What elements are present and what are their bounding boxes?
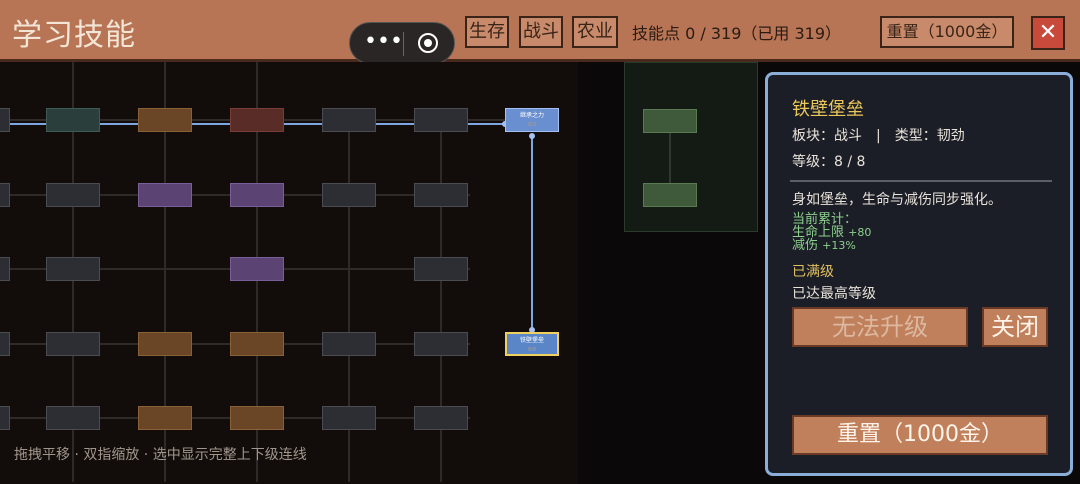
maxed-status: 已满级 [792, 264, 834, 280]
tab-survival[interactable]: 生存 [465, 16, 509, 48]
skill-node[interactable] [414, 183, 468, 207]
skill-node[interactable] [138, 406, 192, 430]
reset-button[interactable]: 重置（1000金） [792, 415, 1048, 455]
skill-node[interactable] [322, 406, 376, 430]
reset-skills-button[interactable]: 重置（1000金） [880, 16, 1014, 48]
skill-node[interactable] [0, 332, 10, 356]
skill-node[interactable] [643, 109, 697, 133]
skill-node-level: 8/8 [527, 347, 537, 353]
exit-target-icon[interactable] [418, 33, 438, 53]
skill-node[interactable] [138, 332, 192, 356]
upgrade-button-disabled[interactable]: 无法升级 [792, 307, 968, 347]
skill-node[interactable] [414, 406, 468, 430]
skill-node[interactable] [230, 332, 284, 356]
skill-description: 身如堡垒，生命与减伤同步强化。 [792, 192, 1002, 208]
skill-node-inheritance[interactable]: 继承之力 0/3 [505, 108, 559, 132]
skill-node[interactable] [46, 406, 100, 430]
skill-node[interactable] [0, 183, 10, 207]
skill-node[interactable] [138, 108, 192, 132]
skill-name: 铁壁堡垒 [792, 99, 864, 120]
skill-points-readout: 技能点 0 / 319（已用 319） [632, 24, 841, 43]
maxed-description: 已达最高等级 [792, 286, 876, 302]
skill-node[interactable] [46, 108, 100, 132]
tab-combat[interactable]: 战斗 [519, 16, 563, 48]
adjacent-tree-panel[interactable] [624, 62, 758, 232]
skill-level: 等级：8 / 8 [792, 154, 866, 170]
skill-node[interactable] [322, 183, 376, 207]
skill-node[interactable] [414, 257, 468, 281]
skill-node[interactable] [0, 406, 10, 430]
tree-hint: 拖拽平移 · 双指缩放 · 选中显示完整上下级连线 [14, 447, 307, 463]
skill-node-label: 继承之力 [519, 112, 544, 119]
dr-value: +13% [822, 239, 856, 252]
skill-node[interactable] [0, 257, 10, 281]
miniprogram-capsule: ••• [349, 22, 455, 64]
skill-node[interactable] [230, 108, 284, 132]
skill-node[interactable] [46, 257, 100, 281]
hp-value: +80 [848, 226, 872, 239]
close-icon[interactable]: ✕ [1031, 16, 1065, 50]
page-title: 学习技能 [12, 18, 136, 53]
skill-node-iron-fortress-selected[interactable]: 铁壁堡垒 8/8 [505, 332, 559, 356]
capsule-divider [403, 32, 404, 56]
skill-node-label: 铁壁堡垒 [519, 337, 544, 344]
skill-node[interactable] [230, 183, 284, 207]
more-icon[interactable]: ••• [364, 30, 403, 54]
tab-farming[interactable]: 农业 [572, 16, 618, 48]
dr-label: 减伤 [792, 238, 819, 253]
skill-node[interactable] [0, 108, 10, 132]
close-detail-button[interactable]: 关闭 [982, 307, 1048, 347]
skill-node[interactable] [230, 406, 284, 430]
accumulated-dr: 减伤 +13% [792, 239, 856, 252]
skill-node[interactable] [414, 108, 468, 132]
skill-node-level: 0/3 [527, 122, 537, 128]
skill-tree-canvas[interactable]: 继承之力 0/3 铁壁堡垒 8/8 [0, 62, 578, 484]
skill-block-type: 板块：战斗 | 类型：韧劲 [792, 128, 965, 144]
skill-detail-panel: 铁壁堡垒 板块：战斗 | 类型：韧劲 等级：8 / 8 身如堡垒，生命与减伤同步… [765, 72, 1073, 476]
skill-node[interactable] [414, 332, 468, 356]
skill-node[interactable] [46, 183, 100, 207]
skill-node[interactable] [322, 332, 376, 356]
skill-node[interactable] [138, 183, 192, 207]
title-bar: 学习技能 生存 战斗 农业 技能点 0 / 319（已用 319） 重置（100… [0, 0, 1080, 62]
skill-node[interactable] [643, 183, 697, 207]
skill-node[interactable] [230, 257, 284, 281]
divider [790, 180, 1052, 182]
skill-node[interactable] [322, 108, 376, 132]
skill-node[interactable] [46, 332, 100, 356]
